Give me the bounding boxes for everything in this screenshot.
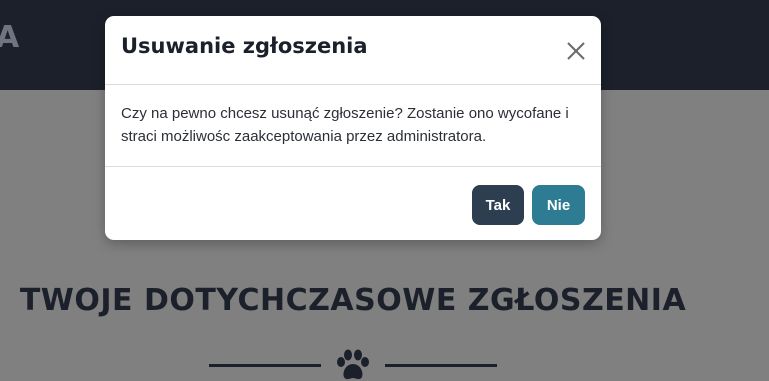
modal-header: Usuwanie zgłoszenia xyxy=(105,16,601,85)
title-divider-right xyxy=(385,364,497,367)
modal-footer: Tak Nie xyxy=(105,166,601,241)
delete-request-modal: Usuwanie zgłoszenia Czy na pewno chcesz … xyxy=(105,16,601,240)
paw-icon xyxy=(337,349,369,380)
brand-logo-text[interactable]: A xyxy=(0,20,20,55)
confirm-button[interactable]: Tak xyxy=(472,185,524,225)
modal-message: Czy na pewno chcesz usunąć zgłoszenie? Z… xyxy=(121,105,569,145)
title-divider-left xyxy=(209,364,321,367)
cancel-button[interactable]: Nie xyxy=(532,185,585,225)
close-icon[interactable] xyxy=(563,38,589,64)
page-title: TWOJE DOTYCHCZASOWE ZGŁOSZENIA xyxy=(19,283,687,318)
modal-title: Usuwanie zgłoszenia xyxy=(121,34,368,58)
